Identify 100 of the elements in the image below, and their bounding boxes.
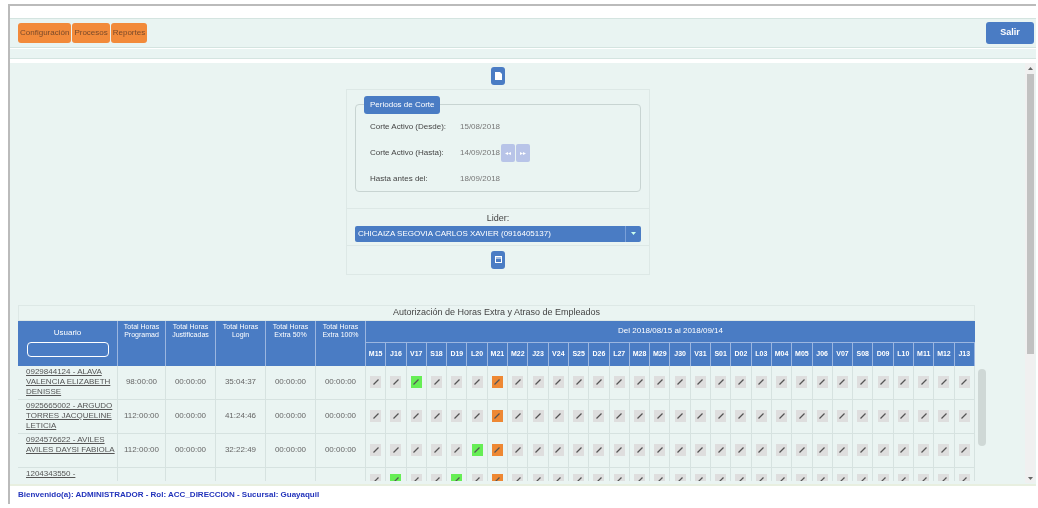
calendar-button[interactable] <box>491 250 505 269</box>
edit-day-button[interactable] <box>694 444 706 456</box>
edit-day-button[interactable] <box>471 444 483 456</box>
edit-day-button[interactable] <box>857 376 869 388</box>
edit-day-button[interactable] <box>634 444 645 456</box>
edit-day-button[interactable] <box>431 410 443 422</box>
edit-day-button[interactable] <box>593 376 605 388</box>
edit-day-button[interactable] <box>836 444 848 456</box>
edit-day-button[interactable] <box>735 410 747 422</box>
edit-day-button[interactable] <box>958 473 970 481</box>
logout-button[interactable]: Salir <box>986 22 1034 44</box>
edit-day-button[interactable] <box>451 444 463 456</box>
edit-day-button[interactable] <box>532 376 544 388</box>
edit-day-button[interactable] <box>390 444 402 456</box>
edit-day-button[interactable] <box>857 444 869 456</box>
edit-day-button[interactable] <box>796 473 808 481</box>
edit-day-button[interactable] <box>776 444 788 456</box>
edit-day-button[interactable] <box>877 410 889 422</box>
edit-day-button[interactable] <box>918 376 930 388</box>
edit-day-button[interactable] <box>796 376 808 388</box>
edit-day-button[interactable] <box>755 376 767 388</box>
leader-select[interactable]: CHICAIZA SEGOVIA CARLOS XAVIER (0916405137) <box>355 225 641 242</box>
edit-day-button[interactable] <box>370 376 382 388</box>
edit-day-button[interactable] <box>491 473 503 481</box>
edit-day-button[interactable] <box>410 376 422 388</box>
edit-day-button[interactable] <box>370 473 382 481</box>
edit-day-button[interactable] <box>816 473 828 481</box>
edit-day-button[interactable] <box>491 376 503 388</box>
edit-day-button[interactable] <box>613 473 625 481</box>
edit-day-button[interactable] <box>410 473 422 481</box>
edit-day-button[interactable] <box>816 410 828 422</box>
edit-day-button[interactable] <box>674 473 686 481</box>
edit-day-button[interactable] <box>532 444 544 456</box>
edit-day-button[interactable] <box>410 410 422 422</box>
menu-button[interactable]: Configuración <box>18 23 72 43</box>
edit-day-button[interactable] <box>715 444 727 456</box>
edit-day-button[interactable] <box>593 410 605 422</box>
edit-day-button[interactable] <box>715 410 727 422</box>
edit-day-button[interactable] <box>573 473 585 481</box>
edit-day-button[interactable] <box>634 410 645 422</box>
edit-day-button[interactable] <box>593 473 605 481</box>
edit-day-button[interactable] <box>735 444 747 456</box>
edit-day-button[interactable] <box>755 444 767 456</box>
employee-link[interactable]: 1204343550 - <box>26 468 117 479</box>
edit-day-button[interactable] <box>654 376 666 388</box>
employee-link[interactable]: 0925665002 - ARGUDO TORRES JACQUELINE LETICIA <box>26 400 117 431</box>
document-button[interactable] <box>491 67 505 85</box>
edit-day-button[interactable] <box>451 473 463 481</box>
edit-day-button[interactable] <box>836 376 848 388</box>
edit-day-button[interactable] <box>471 376 483 388</box>
user-filter-field[interactable] <box>26 341 109 357</box>
edit-day-button[interactable] <box>552 410 564 422</box>
edit-day-button[interactable] <box>715 376 727 388</box>
edit-day-button[interactable] <box>674 376 686 388</box>
edit-day-button[interactable] <box>370 444 382 456</box>
edit-day-button[interactable] <box>755 473 767 481</box>
edit-day-button[interactable] <box>836 410 848 422</box>
edit-day-button[interactable] <box>694 410 706 422</box>
edit-day-button[interactable] <box>796 410 808 422</box>
edit-day-button[interactable] <box>512 473 524 481</box>
table-scrollbar[interactable] <box>978 368 986 446</box>
edit-day-button[interactable] <box>552 444 564 456</box>
edit-day-button[interactable] <box>897 410 909 422</box>
edit-day-button[interactable] <box>491 410 503 422</box>
edit-day-button[interactable] <box>491 444 503 456</box>
edit-day-button[interactable] <box>654 410 666 422</box>
edit-day-button[interactable] <box>694 376 706 388</box>
edit-day-button[interactable] <box>938 376 950 388</box>
edit-day-button[interactable] <box>613 444 625 456</box>
edit-day-button[interactable] <box>532 410 544 422</box>
edit-day-button[interactable] <box>512 444 524 456</box>
edit-day-button[interactable] <box>674 410 686 422</box>
edit-day-button[interactable] <box>897 473 909 481</box>
edit-day-button[interactable] <box>694 473 706 481</box>
edit-day-button[interactable] <box>654 473 666 481</box>
edit-day-button[interactable] <box>613 410 625 422</box>
edit-day-button[interactable] <box>573 444 585 456</box>
edit-day-button[interactable] <box>512 410 524 422</box>
edit-day-button[interactable] <box>918 410 930 422</box>
edit-day-button[interactable] <box>613 376 625 388</box>
edit-day-button[interactable] <box>370 410 382 422</box>
edit-day-button[interactable] <box>451 410 463 422</box>
edit-day-button[interactable] <box>877 473 889 481</box>
edit-day-button[interactable] <box>897 376 909 388</box>
edit-day-button[interactable] <box>938 410 950 422</box>
edit-day-button[interactable] <box>674 444 686 456</box>
page-scrollbar[interactable] <box>1025 63 1035 483</box>
edit-day-button[interactable] <box>877 376 889 388</box>
edit-day-button[interactable] <box>471 473 483 481</box>
edit-day-button[interactable] <box>390 410 402 422</box>
edit-day-button[interactable] <box>918 444 930 456</box>
edit-day-button[interactable] <box>431 473 443 481</box>
edit-day-button[interactable] <box>573 410 585 422</box>
edit-day-button[interactable] <box>512 376 524 388</box>
edit-day-button[interactable] <box>958 376 970 388</box>
edit-day-button[interactable] <box>776 473 788 481</box>
edit-day-button[interactable] <box>938 444 950 456</box>
edit-day-button[interactable] <box>715 473 727 481</box>
edit-day-button[interactable] <box>796 444 808 456</box>
edit-day-button[interactable] <box>857 473 869 481</box>
